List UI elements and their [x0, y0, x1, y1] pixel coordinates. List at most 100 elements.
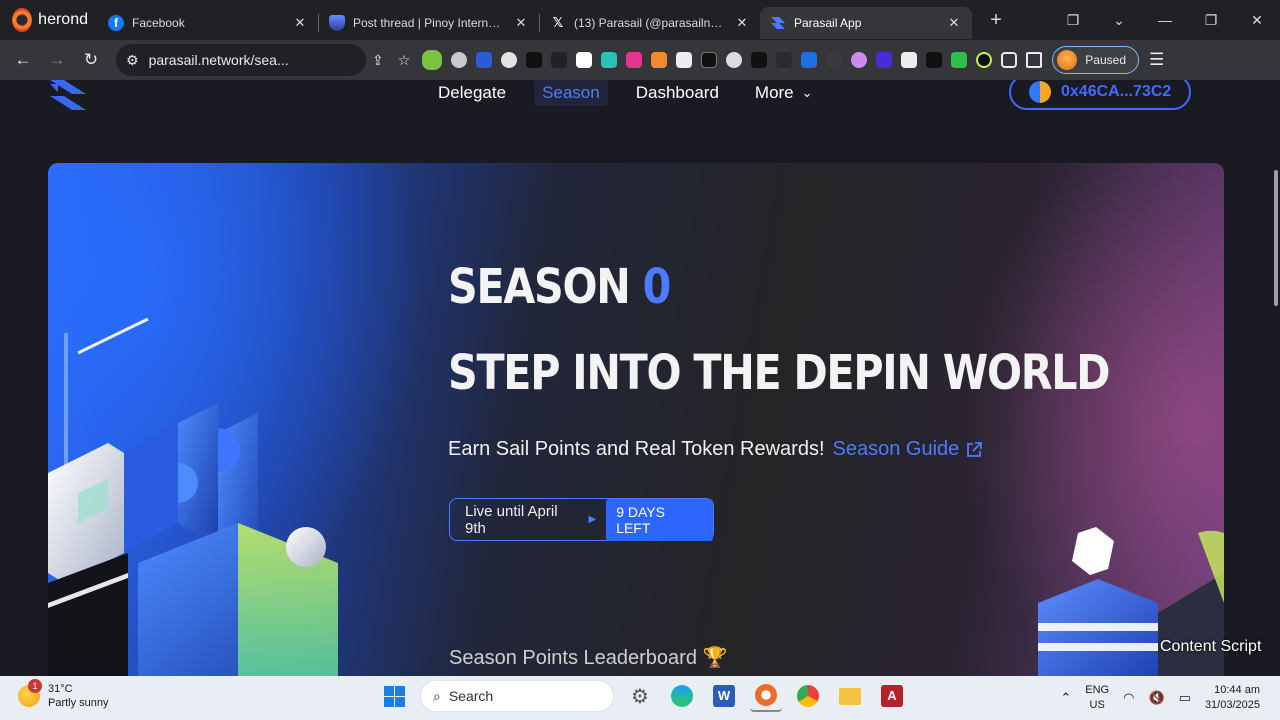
nav-delegate[interactable]: Delegate [430, 80, 514, 106]
tab-title: Facebook [132, 16, 185, 30]
x-icon: 𝕏 [552, 15, 564, 30]
season-title: SEASON 0 [448, 259, 672, 315]
extension-icon[interactable] [901, 52, 918, 68]
extension-icon[interactable] [626, 52, 643, 68]
extension-icon[interactable] [776, 52, 793, 68]
chrome-icon[interactable] [792, 680, 824, 712]
extension-icon[interactable] [676, 52, 693, 68]
browser-name: herond [38, 11, 88, 28]
taskbar-apps: ⌕ Search ⚙ W A [378, 680, 908, 712]
tab-x-parasail[interactable]: 𝕏 (13) Parasail (@parasailnetwork ✕ [540, 7, 760, 39]
herond-taskbar-icon[interactable] [750, 680, 782, 712]
reload-icon[interactable]: ↻ [74, 50, 108, 70]
file-explorer-icon[interactable] [834, 680, 866, 712]
system-tray: ⌃ ENG US ◠ 🔇 ▭ 10:44 am 31/03/2025 [1060, 676, 1280, 720]
extension-icon[interactable] [801, 52, 818, 68]
extension-icon[interactable] [501, 52, 518, 68]
weather-widget[interactable]: 1 31°C Partly sunny [18, 679, 109, 710]
browser-menu-icon[interactable]: ☰ [1149, 50, 1164, 70]
window-controls: ❐ ⌄ — ❐ ✕ [1050, 0, 1280, 40]
extension-icon[interactable] [701, 52, 718, 68]
profile-paused-button[interactable]: Paused [1052, 46, 1139, 74]
extensions-strip [422, 50, 1043, 70]
extension-icon[interactable] [976, 52, 993, 68]
taskbar-search-label: Search [448, 688, 494, 704]
tab-close-icon[interactable]: ✕ [513, 15, 529, 31]
profile-status: Paused [1085, 53, 1126, 67]
address-bar[interactable]: ⚙ parasail.network/sea... [116, 44, 366, 76]
extension-icon[interactable] [751, 52, 768, 68]
extension-icon[interactable] [951, 52, 968, 68]
browser-tab-strip: herond f Facebook ✕ Post thread | Pinoy … [0, 0, 1280, 40]
tab-title: Parasail App [794, 16, 862, 30]
page-scrollbar[interactable] [1274, 170, 1278, 306]
close-window-icon[interactable]: ✕ [1234, 12, 1280, 29]
extension-icon[interactable] [926, 52, 943, 68]
page-viewport: Delegate Season Dashboard More ⌄ 0x46CA.… [0, 80, 1280, 676]
weather-notification-badge: 1 [28, 679, 42, 693]
language-indicator[interactable]: ENG US [1085, 683, 1109, 713]
clock-time: 10:44 am [1214, 684, 1260, 696]
extension-icon[interactable] [551, 52, 568, 68]
nav-dashboard[interactable]: Dashboard [628, 80, 727, 106]
content-script-overlay[interactable]: Content Script [1160, 638, 1261, 656]
side-panel-icon[interactable] [1026, 52, 1043, 68]
extension-icon[interactable] [576, 52, 593, 68]
word-icon[interactable]: W [708, 680, 740, 712]
tab-close-icon[interactable]: ✕ [292, 15, 308, 31]
windows-taskbar: 1 31°C Partly sunny ⌕ Search ⚙ W A ⌃ ENG… [0, 676, 1280, 720]
settings-gear-icon[interactable]: ⚙ [624, 680, 656, 712]
nav-season[interactable]: Season [534, 80, 608, 106]
extension-icon[interactable] [826, 52, 843, 68]
tab-close-icon[interactable]: ✕ [734, 15, 750, 31]
taskbar-search[interactable]: ⌕ Search [420, 680, 614, 712]
extension-icon[interactable] [726, 52, 743, 68]
wifi-icon[interactable]: ◠ [1123, 690, 1134, 706]
volume-muted-icon[interactable]: 🔇 [1148, 690, 1164, 706]
chevron-up-icon[interactable]: ⌃ [1060, 690, 1071, 706]
share-icon[interactable]: ⇪ [372, 52, 384, 69]
parasail-logo-icon[interactable] [50, 80, 86, 112]
access-icon[interactable]: A [876, 680, 908, 712]
wallet-extension-icon[interactable] [451, 52, 468, 68]
tab-close-icon[interactable]: ✕ [946, 15, 962, 31]
puzzle-extensions-icon[interactable] [1001, 52, 1018, 68]
extension-icon[interactable] [876, 52, 893, 68]
play-arrow-icon: ▶ [588, 514, 597, 525]
clock[interactable]: 10:44 am 31/03/2025 [1205, 683, 1260, 713]
tab-search-icon[interactable]: ❐ [1050, 12, 1096, 29]
season-guide-link[interactable]: Season Guide [833, 438, 984, 461]
live-until-text: Live until April 9th [465, 502, 558, 537]
omnibox-actions: ⇪ ☆ [372, 52, 410, 69]
extension-icon[interactable] [851, 52, 868, 68]
tab-forum[interactable]: Post thread | Pinoy Internet and ✕ [319, 7, 539, 39]
shield-extension-icon[interactable] [422, 50, 443, 70]
extension-icon[interactable] [526, 52, 543, 68]
chevron-down-icon[interactable]: ⌄ [1096, 12, 1142, 29]
extension-icon[interactable] [651, 52, 668, 68]
tab-facebook[interactable]: f Facebook ✕ [98, 7, 318, 39]
minimize-icon[interactable]: — [1142, 12, 1188, 28]
forward-icon[interactable]: → [40, 50, 74, 70]
restore-icon[interactable]: ❐ [1188, 12, 1234, 29]
start-button[interactable] [378, 680, 410, 712]
season-number: 0 [642, 259, 672, 315]
new-tab-icon[interactable]: + [982, 9, 1010, 32]
extension-icon[interactable] [476, 52, 493, 68]
back-icon[interactable]: ← [6, 50, 40, 70]
browser-brand[interactable]: herond [0, 0, 98, 40]
nav-more[interactable]: More ⌄ [747, 80, 821, 106]
language-bottom: US [1089, 699, 1105, 711]
wallet-button[interactable]: 0x46CA...73C2 [1009, 80, 1191, 110]
weather-desc: Partly sunny [48, 697, 109, 709]
site-settings-icon[interactable]: ⚙ [126, 52, 139, 69]
hero-description-text: Earn Sail Points and Real Token Rewards! [448, 438, 825, 460]
battery-icon[interactable]: ▭ [1179, 690, 1191, 706]
edge-browser-icon[interactable] [666, 680, 698, 712]
bookmark-star-icon[interactable]: ☆ [398, 52, 411, 69]
partly-sunny-icon: 1 [18, 679, 42, 707]
chevron-down-icon: ⌄ [801, 85, 813, 100]
weather-text: 31°C Partly sunny [48, 682, 109, 710]
extension-icon[interactable] [601, 52, 618, 68]
tab-parasail-app[interactable]: Parasail App ✕ [760, 7, 972, 39]
